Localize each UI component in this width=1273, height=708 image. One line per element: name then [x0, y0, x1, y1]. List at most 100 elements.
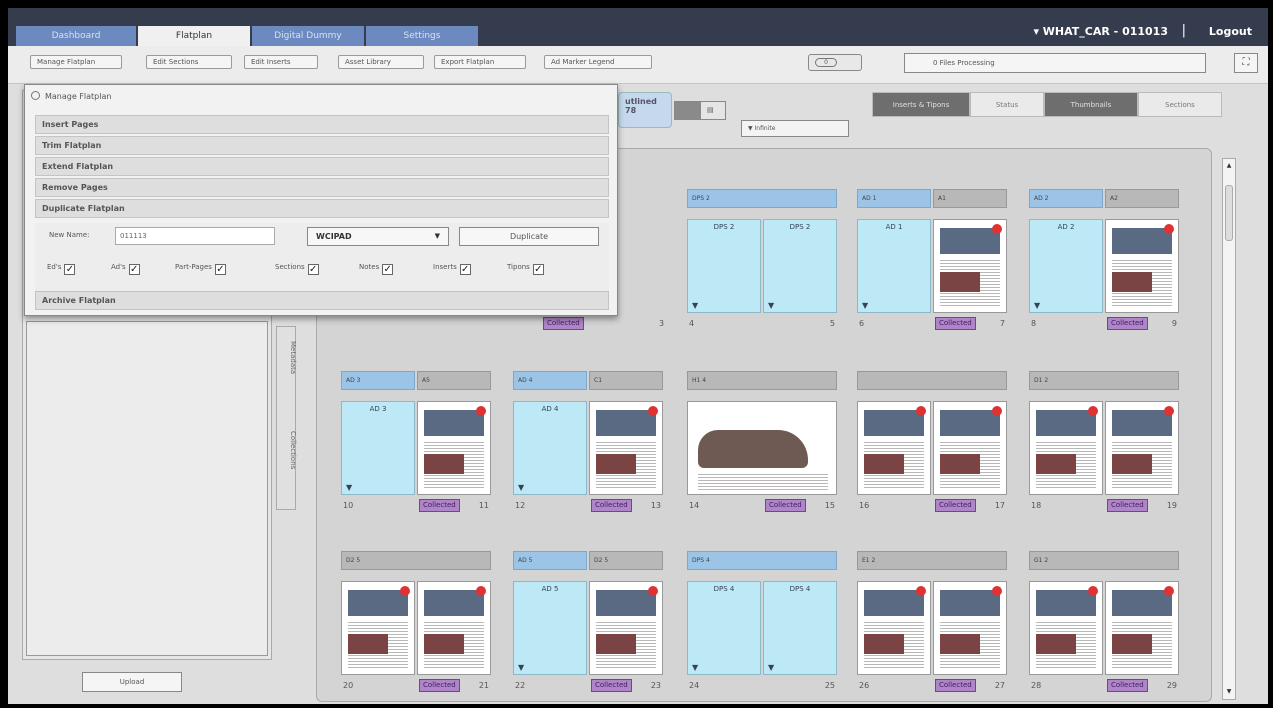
page-thumbnail[interactable] [1105, 581, 1179, 675]
edition-select[interactable]: WCIPAD ▼ [307, 227, 449, 246]
section-header[interactable]: A2 [1105, 189, 1179, 208]
section-header[interactable]: DPS 2 [687, 189, 837, 208]
spread-thumbnail[interactable] [687, 401, 837, 495]
tab-status[interactable]: Status [970, 92, 1044, 117]
checkmark-icon[interactable]: ✓ [214, 264, 226, 275]
extend-flatplan-section[interactable]: Extend Flatplan [35, 157, 609, 176]
duplicate-flatplan-section[interactable]: Duplicate Flatplan [35, 199, 609, 218]
checkbox-notes[interactable]: Notes ✓ [359, 263, 394, 275]
checkmark-icon[interactable]: ✓ [382, 264, 394, 275]
trim-flatplan-section[interactable]: Trim Flatplan [35, 136, 609, 155]
tab-thumbnails[interactable]: Thumbnails [1044, 92, 1138, 117]
view-mode-toggle[interactable]: ▤ [674, 101, 726, 120]
ad-marker-icon[interactable]: ▼ [768, 663, 774, 672]
view-list-icon[interactable]: ▤ [707, 106, 714, 114]
ad-page[interactable]: AD 3 ▼ [341, 401, 415, 495]
section-header[interactable]: DPS 4 [687, 551, 837, 570]
insert-pages-section[interactable]: Insert Pages [35, 115, 609, 134]
section-header[interactable]: E1 2 [857, 551, 1007, 570]
section-header[interactable]: AD 2 [1029, 189, 1103, 208]
page-thumbnail[interactable] [933, 581, 1007, 675]
spread-cell[interactable]: AD 3 A5 AD 3 ▼ 10 11 Collected [341, 371, 491, 516]
remove-pages-section[interactable]: Remove Pages [35, 178, 609, 197]
checkbox-ads[interactable]: Ad's ✓ [111, 263, 140, 275]
checkbox-inserts[interactable]: Inserts ✓ [433, 263, 471, 275]
tab-inserts-tipons[interactable]: Inserts & Tipons [872, 92, 970, 117]
ad-marker-icon[interactable]: ▼ [518, 483, 524, 492]
section-header[interactable] [857, 371, 1007, 390]
page-thumbnail[interactable] [933, 401, 1007, 495]
section-header[interactable]: D2 5 [589, 551, 663, 570]
ad-page[interactable]: DPS 2 ▼ [687, 219, 761, 313]
archive-flatplan-section[interactable]: Archive Flatplan [35, 291, 609, 310]
view-grid-option[interactable] [675, 102, 701, 119]
tab-flatplan[interactable]: Flatplan [138, 26, 250, 48]
spread-cell[interactable]: G1 2 28 29 Collected [1029, 551, 1179, 696]
manage-flatplan-button[interactable]: Manage Flatplan [30, 55, 122, 69]
ad-marker-icon[interactable]: ▼ [518, 663, 524, 672]
section-header[interactable]: AD 4 [513, 371, 587, 390]
ad-marker-icon[interactable]: ▼ [768, 301, 774, 310]
section-header[interactable]: D2 5 [341, 551, 491, 570]
section-header[interactable]: D1 2 [1029, 371, 1179, 390]
spread-cell[interactable]: AD 1 A1 AD 1 ▼ 6 7 Collected [857, 189, 1007, 334]
edit-sections-button[interactable]: Edit Sections [146, 55, 232, 69]
duplicate-button[interactable]: Duplicate [459, 227, 599, 246]
ad-page[interactable]: AD 2 ▼ [1029, 219, 1103, 313]
checkbox-eds[interactable]: Ed's ✓ [47, 263, 76, 275]
section-header[interactable]: A5 [417, 371, 491, 390]
spread-cell[interactable]: D1 2 18 19 Collected [1029, 371, 1179, 516]
ad-marker-icon[interactable]: ▼ [862, 301, 868, 310]
upload-button[interactable]: Upload [82, 672, 182, 692]
checkbox-sections[interactable]: Sections ✓ [275, 263, 319, 275]
tab-sections[interactable]: Sections [1138, 92, 1222, 117]
spread-cell[interactable]: AD 2 A2 AD 2 ▼ 8 9 Collected [1029, 189, 1179, 334]
page-thumbnail[interactable] [857, 401, 931, 495]
ad-marker-icon[interactable]: ▼ [346, 483, 352, 492]
tab-settings[interactable]: Settings [366, 26, 478, 46]
ad-page[interactable]: AD 5 ▼ [513, 581, 587, 675]
spread-cell[interactable]: AD 5 D2 5 AD 5 ▼ 22 23 Collected [513, 551, 663, 696]
section-header[interactable]: AD 3 [341, 371, 415, 390]
page-thumbnail[interactable] [933, 219, 1007, 313]
edit-inserts-button[interactable]: Edit Inserts [244, 55, 318, 69]
page-thumbnail[interactable] [1105, 401, 1179, 495]
collapse-icon[interactable] [31, 91, 40, 100]
section-header[interactable]: A1 [933, 189, 1007, 208]
tab-dashboard[interactable]: Dashboard [16, 26, 136, 46]
tab-collections[interactable]: Collections [277, 431, 297, 469]
page-thumbnail[interactable] [589, 401, 663, 495]
ad-page[interactable]: DPS 2 ▼ [763, 219, 837, 313]
section-header[interactable]: C1 [589, 371, 663, 390]
spread-cell[interactable]: DPS 2 DPS 2 ▼ DPS 2 ▼ 4 5 [687, 189, 837, 334]
scroll-thumb[interactable] [1225, 185, 1233, 241]
section-header[interactable]: AD 5 [513, 551, 587, 570]
ad-marker-icon[interactable]: ▼ [1034, 301, 1040, 310]
ad-page[interactable]: AD 4 ▼ [513, 401, 587, 495]
page-thumbnail[interactable] [1029, 581, 1103, 675]
spread-cell[interactable]: DPS 4 DPS 4 ▼ DPS 4 ▼ 24 25 [687, 551, 837, 696]
spread-cell[interactable]: AD 4 C1 AD 4 ▼ 12 13 Collected [513, 371, 663, 516]
zoom-select[interactable]: ▼ Infinite [741, 120, 849, 137]
tab-digital-dummy[interactable]: Digital Dummy [252, 26, 364, 46]
fit-screen-icon[interactable]: ⛶ [1234, 53, 1258, 73]
export-flatplan-button[interactable]: Export Flatplan [434, 55, 526, 69]
user-menu[interactable]: ▾ WHAT_CAR - 011013 [1033, 25, 1168, 38]
spread-cell[interactable]: 16 17 Collected [857, 371, 1007, 516]
page-thumbnail[interactable] [341, 581, 415, 675]
popup-header[interactable]: Manage Flatplan [31, 91, 111, 101]
ad-marker-icon[interactable]: ▼ [692, 301, 698, 310]
spread-cell[interactable]: H1 4 14 15 Collected [687, 371, 837, 516]
checkbox-part-pages[interactable]: Part-Pages ✓ [175, 263, 226, 275]
new-name-input[interactable]: 011113 [115, 227, 275, 245]
checkmark-icon[interactable]: ✓ [307, 264, 319, 275]
logout-link[interactable]: Logout [1209, 25, 1252, 38]
display-toggle[interactable]: 0 [808, 54, 862, 71]
tab-metadata[interactable]: Metadata [277, 341, 297, 374]
checkmark-icon[interactable]: ✓ [64, 264, 76, 275]
asset-list[interactable] [26, 321, 268, 656]
checkbox-tipons[interactable]: Tipons ✓ [507, 263, 544, 275]
spread-cell[interactable]: E1 2 26 27 Collected [857, 551, 1007, 696]
section-header[interactable]: AD 1 [857, 189, 931, 208]
spread-cell[interactable]: D2 5 20 21 Collected [341, 551, 491, 696]
